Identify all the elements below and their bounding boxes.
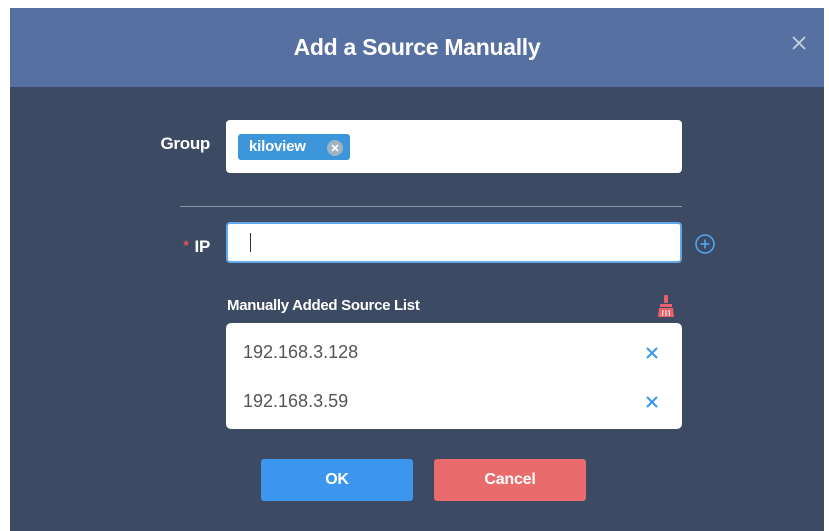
group-select[interactable]: kiloview xyxy=(226,120,682,173)
source-list: 192.168.3.128 192.168.3.59 xyxy=(226,323,682,429)
list-item: 192.168.3.128 xyxy=(226,330,682,374)
group-tag-label: kiloview xyxy=(249,138,306,155)
broom-icon[interactable] xyxy=(657,294,675,318)
source-list-title: Manually Added Source List xyxy=(227,297,420,314)
dialog-title: Add a Source Manually xyxy=(293,34,541,60)
ok-button[interactable]: OK xyxy=(261,459,413,501)
dialog-header: Add a Source Manually xyxy=(10,8,824,87)
remove-x-icon[interactable] xyxy=(644,394,660,410)
ip-label-text: IP xyxy=(194,237,211,256)
close-icon[interactable] xyxy=(788,32,810,54)
ip-label: * IP xyxy=(160,237,210,257)
add-source-dialog: Add a Source Manually Group kiloview * IP xyxy=(10,8,824,531)
ip-input[interactable] xyxy=(226,222,682,263)
source-ip: 192.168.3.59 xyxy=(243,391,349,411)
group-label: Group xyxy=(160,134,211,153)
tag-remove-icon[interactable] xyxy=(327,140,343,156)
required-marker: * xyxy=(183,237,189,253)
text-caret xyxy=(250,233,251,252)
plus-circle-icon[interactable] xyxy=(694,233,716,255)
divider xyxy=(180,206,682,207)
remove-x-icon[interactable] xyxy=(644,345,660,361)
source-ip: 192.168.3.128 xyxy=(243,342,359,362)
cancel-button[interactable]: Cancel xyxy=(434,459,586,501)
group-tag-kiloview: kiloview xyxy=(238,134,350,160)
list-item: 192.168.3.59 xyxy=(226,379,682,423)
